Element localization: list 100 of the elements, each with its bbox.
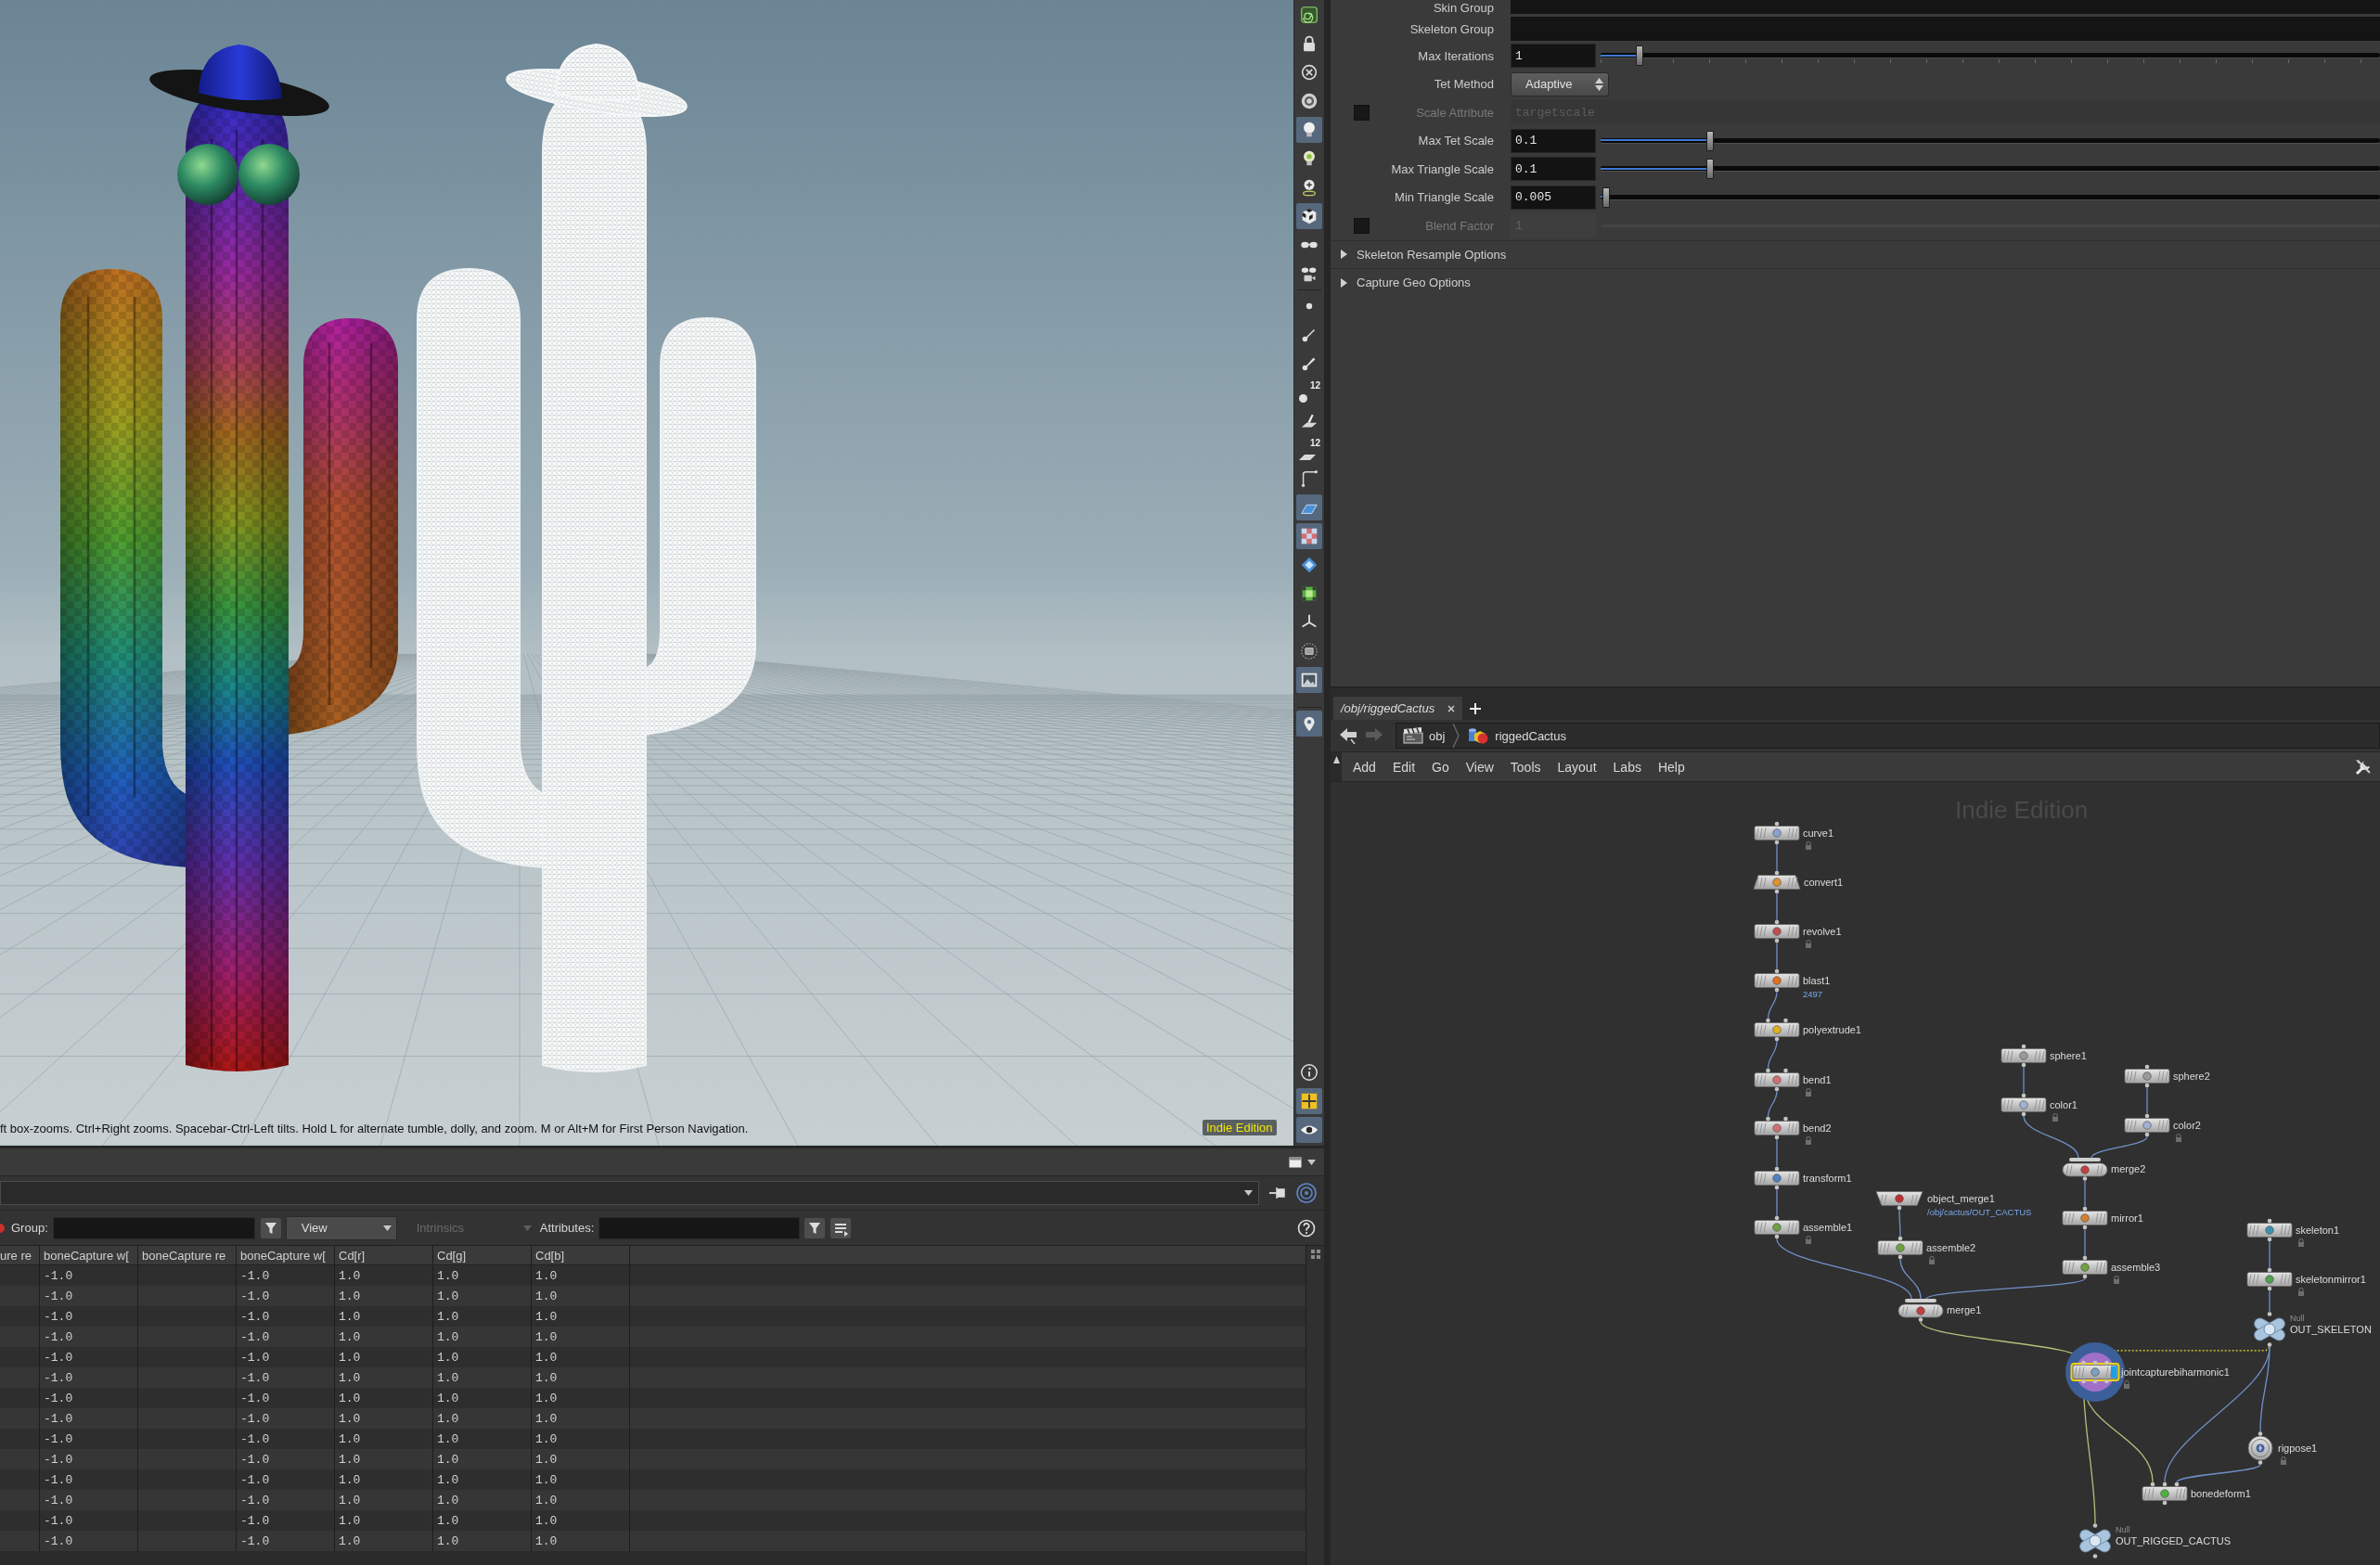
node-name[interactable]: color2 <box>2173 1120 2201 1131</box>
slider-track[interactable] <box>1601 137 2380 143</box>
back-arrow-icon[interactable] <box>1340 727 1357 744</box>
node-name[interactable]: assemble1 <box>1803 1222 1853 1233</box>
network-node[interactable] <box>1754 1018 1800 1042</box>
slider-handle[interactable] <box>1705 159 1714 180</box>
slider-track[interactable] <box>1601 166 2380 172</box>
filter-icon[interactable] <box>804 1217 826 1238</box>
slider-handle[interactable] <box>1636 45 1643 67</box>
network-node[interactable] <box>1877 1236 1923 1260</box>
node-name[interactable]: object_merge1 <box>1927 1193 1995 1204</box>
network-node[interactable] <box>2078 1523 2113 1559</box>
node-name[interactable]: revolve1 <box>1803 926 1842 937</box>
node-name[interactable]: merge2 <box>2111 1163 2146 1174</box>
slider-track[interactable] <box>1601 53 2380 58</box>
node-name[interactable]: bonedeform1 <box>2191 1488 2251 1499</box>
node-name[interactable]: assemble2 <box>1926 1242 1976 1253</box>
column-header[interactable]: Cd[b] <box>532 1246 630 1264</box>
node-name[interactable]: OUT_SKELETON <box>2290 1324 2372 1335</box>
column-header[interactable]: boneCapture re <box>138 1246 237 1264</box>
filter-icon[interactable] <box>260 1217 281 1238</box>
node-name[interactable]: polyextrude1 <box>1803 1024 1861 1035</box>
column-header[interactable]: Cd[r] <box>335 1246 433 1264</box>
viewport-tool-button[interactable] <box>1296 1117 1322 1143</box>
node-name[interactable]: skeleton1 <box>2296 1225 2340 1236</box>
network-node[interactable] <box>1754 1166 1800 1190</box>
network-node[interactable] <box>1754 969 1800 993</box>
network-node[interactable] <box>1875 1191 1923 1211</box>
network-node[interactable] <box>2247 1431 2273 1465</box>
menu-item[interactable]: View <box>1457 759 1502 775</box>
text-field[interactable] <box>1511 0 2380 14</box>
window-icon[interactable] <box>1289 1156 1302 1168</box>
disclosure-triangle-icon[interactable] <box>1340 277 1347 288</box>
network-node[interactable] <box>2062 1158 2108 1181</box>
column-header[interactable]: boneCapture w[ <box>40 1246 138 1264</box>
node-name[interactable]: bend2 <box>1803 1122 1832 1134</box>
node-name[interactable]: OUT_RIGGED_CACTUS <box>2116 1535 2232 1546</box>
menu-item[interactable]: Help <box>1649 759 1693 775</box>
target-icon[interactable] <box>1296 1183 1317 1203</box>
breadcrumb-item[interactable]: riggedCactus <box>1467 726 1566 745</box>
help-icon[interactable] <box>1297 1218 1316 1238</box>
network-node[interactable] <box>1754 821 1800 845</box>
network-node[interactable] <box>1753 870 1801 894</box>
column-header[interactable]: boneCapture w[ <box>237 1246 335 1264</box>
node-name[interactable]: assemble3 <box>2111 1262 2161 1273</box>
slider-handle[interactable] <box>1602 186 1610 208</box>
network-node[interactable] <box>2062 1255 2108 1279</box>
menu-item[interactable]: Tools <box>1501 759 1550 775</box>
network-node[interactable] <box>2000 1044 2047 1068</box>
slider-handle[interactable] <box>1705 130 1714 151</box>
node-name[interactable]: sphere1 <box>2050 1050 2087 1061</box>
node-name[interactable]: mirror1 <box>2111 1212 2143 1224</box>
text-field[interactable] <box>1511 17 2380 41</box>
caret-icon[interactable] <box>1332 756 1340 765</box>
view-menu[interactable]: View <box>285 1215 397 1240</box>
network-node[interactable] <box>2246 1218 2293 1242</box>
menu-item[interactable]: Labs <box>1604 759 1650 775</box>
menu-item[interactable]: Edit <box>1383 759 1424 775</box>
network-node[interactable] <box>2142 1482 2188 1506</box>
number-field[interactable]: 0.1 <box>1511 157 1596 182</box>
scrollbar[interactable] <box>1306 1246 1324 1565</box>
disclosure-triangle-icon[interactable] <box>1340 250 1347 260</box>
node-name[interactable]: bend1 <box>1803 1074 1832 1085</box>
node-name[interactable]: blast1 <box>1803 975 1831 986</box>
network-node[interactable] <box>2062 1206 2108 1230</box>
node-name[interactable]: curve1 <box>1803 827 1834 839</box>
viewport-tool-button[interactable]: 12 <box>1296 379 1322 405</box>
pin-icon[interactable] <box>1268 1186 1287 1200</box>
caret-icon[interactable] <box>1307 1159 1316 1165</box>
node-name[interactable]: sphere2 <box>2173 1071 2210 1082</box>
node-path-dropdown[interactable] <box>0 1181 1259 1205</box>
attributes-field[interactable] <box>598 1216 801 1239</box>
group-field[interactable] <box>52 1216 255 1239</box>
node-name[interactable]: skeletonmirror1 <box>2296 1274 2366 1285</box>
tools-icon[interactable] <box>2354 757 2373 776</box>
grid-icon[interactable] <box>1310 1250 1320 1259</box>
node-name[interactable]: convert1 <box>1804 877 1844 888</box>
network-node[interactable] <box>2124 1113 2170 1137</box>
network-node[interactable] <box>1754 1215 1800 1239</box>
close-icon[interactable] <box>1447 704 1456 712</box>
viewport-tool-button[interactable] <box>1296 667 1322 693</box>
dropdown-menu[interactable]: Adaptive <box>1511 71 1609 96</box>
network-tab[interactable]: /obj/riggedCactus <box>1333 697 1463 720</box>
viewport-tool-button[interactable]: 12 <box>1296 437 1322 463</box>
column-header[interactable]: ure re <box>0 1246 40 1264</box>
column-header[interactable]: Cd[g] <box>433 1246 532 1264</box>
network-node[interactable] <box>1754 1068 1800 1092</box>
menu-item[interactable]: Layout <box>1549 759 1605 775</box>
slider-track[interactable] <box>1601 194 2380 199</box>
menu-item[interactable]: Add <box>1344 759 1384 775</box>
network-node[interactable] <box>2124 1064 2170 1088</box>
network-node[interactable] <box>1898 1299 1944 1322</box>
folder-header[interactable]: Skeleton Resample Options <box>1331 239 2380 268</box>
node-name[interactable]: rigpose1 <box>2278 1443 2318 1454</box>
column-list-icon[interactable] <box>830 1217 852 1238</box>
viewport-tool-button[interactable] <box>1296 1088 1322 1114</box>
plus-icon[interactable] <box>1470 702 1482 714</box>
number-field[interactable]: 1 <box>1511 44 1596 69</box>
network-node[interactable] <box>2246 1267 2293 1291</box>
network-node[interactable] <box>2252 1312 2287 1347</box>
